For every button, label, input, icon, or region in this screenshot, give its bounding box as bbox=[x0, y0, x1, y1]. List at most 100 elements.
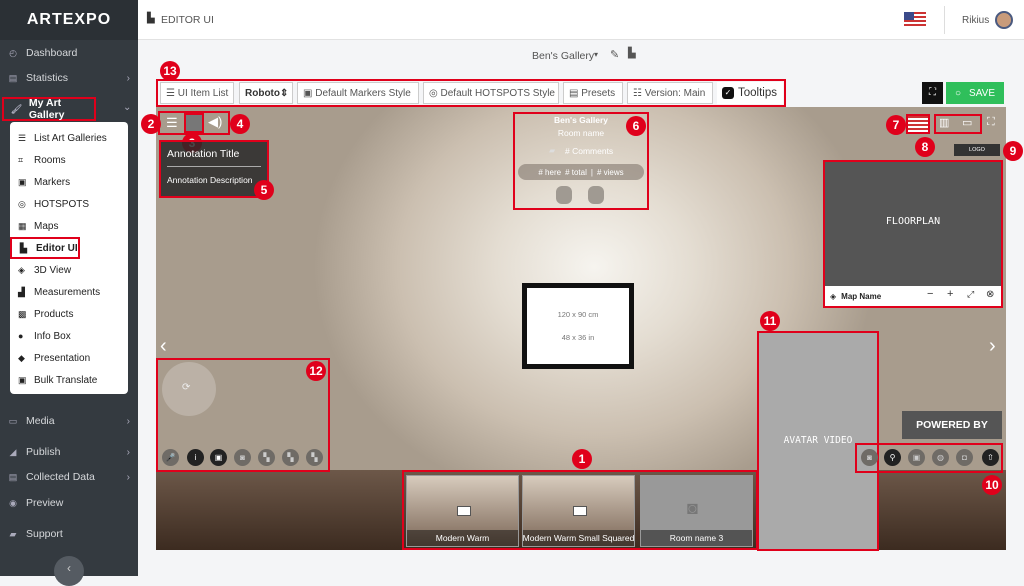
submenu-label: List Art Galleries bbox=[34, 132, 107, 144]
callout-badge: 4 bbox=[230, 114, 250, 134]
chevron-down-icon[interactable]: ⌄ bbox=[123, 102, 131, 113]
submenu-list-art-galleries[interactable]: ☰ List Art Galleries bbox=[10, 127, 128, 149]
layers-icon[interactable] bbox=[184, 113, 204, 133]
sidebar-item-publish[interactable]: ◢ Publish › bbox=[0, 440, 138, 464]
bag-icon: ▩ bbox=[18, 308, 27, 319]
gallery-images-icon[interactable]: ▣ bbox=[210, 449, 227, 466]
sidebar-item-collected-data[interactable]: ▤ Collected Data › bbox=[0, 465, 138, 489]
bookmark-icon[interactable]: ▚ bbox=[282, 449, 299, 466]
chat-icon[interactable]: ◍ bbox=[932, 449, 949, 466]
version-button[interactable]: ☷ Version: Main bbox=[627, 82, 713, 104]
annotation-description: Annotation Description bbox=[167, 175, 253, 185]
tag-icon[interactable]: ▚ bbox=[306, 449, 323, 466]
next-arrow-icon[interactable]: › bbox=[989, 335, 996, 358]
submenu-products[interactable]: ▩ Products bbox=[10, 303, 128, 325]
save-button[interactable]: ○ SAVE bbox=[946, 82, 1004, 104]
submenu-3d-view[interactable]: ◈ 3D View bbox=[10, 259, 128, 281]
default-markers-style-button[interactable]: ▣ Default Markers Style bbox=[297, 82, 419, 104]
editor-icon: ▙ bbox=[20, 242, 27, 253]
rotate-icon: ⟳ bbox=[182, 382, 191, 393]
expand-icon[interactable]: ⤢ bbox=[967, 289, 974, 300]
gallery-icon[interactable]: ▣ bbox=[908, 449, 925, 466]
sidebar-item-statistics[interactable]: ▤ Statistics › bbox=[0, 66, 138, 90]
cart-icon[interactable]: ◘ bbox=[956, 449, 973, 466]
camera-icon[interactable]: ◙ bbox=[234, 449, 251, 466]
prev-arrow-icon[interactable]: ‹ bbox=[160, 335, 167, 358]
camera-icon: ◙ bbox=[687, 498, 698, 518]
submenu-maps[interactable]: ▦ Maps bbox=[10, 215, 128, 237]
compass-icon[interactable]: ⇧ bbox=[982, 449, 999, 466]
map-bar: ◈ Map Name bbox=[825, 286, 1001, 306]
fullscreen-icon[interactable]: ⛶ bbox=[987, 116, 995, 129]
font-select[interactable]: Roboto ⇕ bbox=[239, 82, 293, 104]
info-icon[interactable]: i bbox=[187, 449, 204, 466]
submenu-editor-ui[interactable]: ▙ Editor UI bbox=[10, 237, 80, 259]
flag-icon[interactable]: ▚ bbox=[258, 449, 275, 466]
submenu-rooms[interactable]: ⌗ Rooms bbox=[10, 149, 128, 171]
annotation-box[interactable]: Annotation Title Annotation Description bbox=[159, 140, 269, 198]
microphone-icon[interactable]: 🎤 bbox=[162, 449, 179, 466]
ui-item-list-button[interactable]: ☰ UI Item List bbox=[160, 82, 234, 104]
share-icon[interactable] bbox=[588, 186, 604, 204]
us-flag-icon[interactable] bbox=[904, 12, 926, 27]
menu-icon[interactable]: ☰ bbox=[166, 115, 178, 131]
dashboard-icon: ◴ bbox=[9, 47, 17, 58]
zoom-out-icon[interactable]: − bbox=[927, 288, 933, 300]
sidebar-item-dashboard[interactable]: ◴ Dashboard bbox=[0, 41, 138, 65]
submenu-label: Products bbox=[34, 308, 74, 320]
toolbar-label: Default HOTSPOTS Style bbox=[440, 87, 555, 99]
info-comments[interactable]: # Comments bbox=[565, 146, 613, 156]
submenu-measurements[interactable]: ▟ Measurements bbox=[10, 281, 128, 303]
location-pin-icon[interactable]: ⚲ bbox=[884, 449, 901, 466]
like-icon[interactable] bbox=[556, 186, 572, 204]
avatar[interactable] bbox=[995, 11, 1013, 29]
presets-button[interactable]: ▤ Presets bbox=[563, 82, 623, 104]
sidebar-item-support[interactable]: ▰ Support bbox=[0, 522, 138, 546]
layers-icon: ◈ bbox=[830, 291, 837, 301]
collapse-sidebar-button[interactable]: ‹ bbox=[54, 556, 84, 586]
zoom-in-icon[interactable]: + bbox=[947, 288, 953, 300]
default-hotspots-style-button[interactable]: ◎ Default HOTSPOTS Style bbox=[423, 82, 559, 104]
marker-icon: ▣ bbox=[18, 176, 27, 187]
close-icon[interactable]: ⊗ bbox=[986, 289, 994, 300]
submenu-label: Rooms bbox=[34, 154, 66, 166]
language-flag-icon[interactable] bbox=[906, 114, 930, 134]
callout-badge: 1 bbox=[572, 449, 592, 469]
user-name[interactable]: Rikius bbox=[962, 15, 989, 26]
gallery-title[interactable]: Ben's Gallery bbox=[532, 50, 594, 62]
fullscreen-button[interactable]: ⛶ bbox=[922, 82, 943, 104]
chevron-right-icon: › bbox=[126, 446, 130, 458]
brand-logo[interactable]: ARTEXPO bbox=[0, 0, 138, 40]
tooltips-toggle[interactable]: ✓ Tooltips bbox=[717, 82, 783, 104]
submenu-markers[interactable]: ▣ Markers bbox=[10, 171, 128, 193]
sidebar-label: Support bbox=[26, 528, 63, 540]
artwork-frame[interactable]: 120 x 90 cm 48 x 36 in bbox=[522, 283, 634, 369]
editor-icon[interactable]: ▙ bbox=[628, 48, 636, 59]
sidebar-item-media[interactable]: ▭ Media › bbox=[0, 409, 138, 433]
frame-size-in: 48 x 36 in bbox=[561, 333, 595, 342]
translate-icon: ▣ bbox=[18, 374, 27, 385]
submenu-bulk-translate[interactable]: ▣ Bulk Translate bbox=[10, 369, 128, 391]
callout-badge: 6 bbox=[626, 116, 646, 136]
room-thumbnail[interactable]: Modern Warm bbox=[406, 475, 519, 547]
support-icon: ▰ bbox=[9, 528, 17, 539]
sidebar-item-preview[interactable]: ◉ Preview bbox=[0, 491, 138, 515]
powered-by-badge[interactable]: POWERED BY bbox=[902, 411, 1002, 439]
caret-down-icon[interactable]: ▾ bbox=[594, 50, 598, 59]
submenu-info-box[interactable]: ● Info Box bbox=[10, 325, 128, 347]
callout-badge: 2 bbox=[141, 114, 161, 134]
updown-icon: ⇕ bbox=[280, 87, 289, 99]
sidebar-item-my-art-gallery[interactable]: 🖌 My Art Gallery bbox=[2, 97, 96, 121]
submenu-hotspots[interactable]: ◎ HOTSPOTS bbox=[10, 193, 128, 215]
room-thumbnail[interactable]: Modern Warm Small Squared bbox=[522, 475, 635, 547]
submenu-presentation[interactable]: ◆ Presentation bbox=[10, 347, 128, 369]
callout-badge: 12 bbox=[306, 361, 326, 381]
map-icon[interactable]: ▥ bbox=[939, 116, 949, 129]
floorplan-icon[interactable]: ▭ bbox=[962, 116, 972, 129]
callout-badge: 10 bbox=[982, 475, 1002, 495]
room-thumbnail[interactable]: ◙ Room name 3 bbox=[640, 475, 753, 547]
stats-pill: # here # total | # views bbox=[518, 164, 644, 180]
screenshot-icon[interactable]: ◙ bbox=[861, 449, 878, 466]
volume-icon[interactable]: ◀) bbox=[208, 114, 222, 130]
edit-icon[interactable]: ✎ bbox=[610, 48, 619, 61]
